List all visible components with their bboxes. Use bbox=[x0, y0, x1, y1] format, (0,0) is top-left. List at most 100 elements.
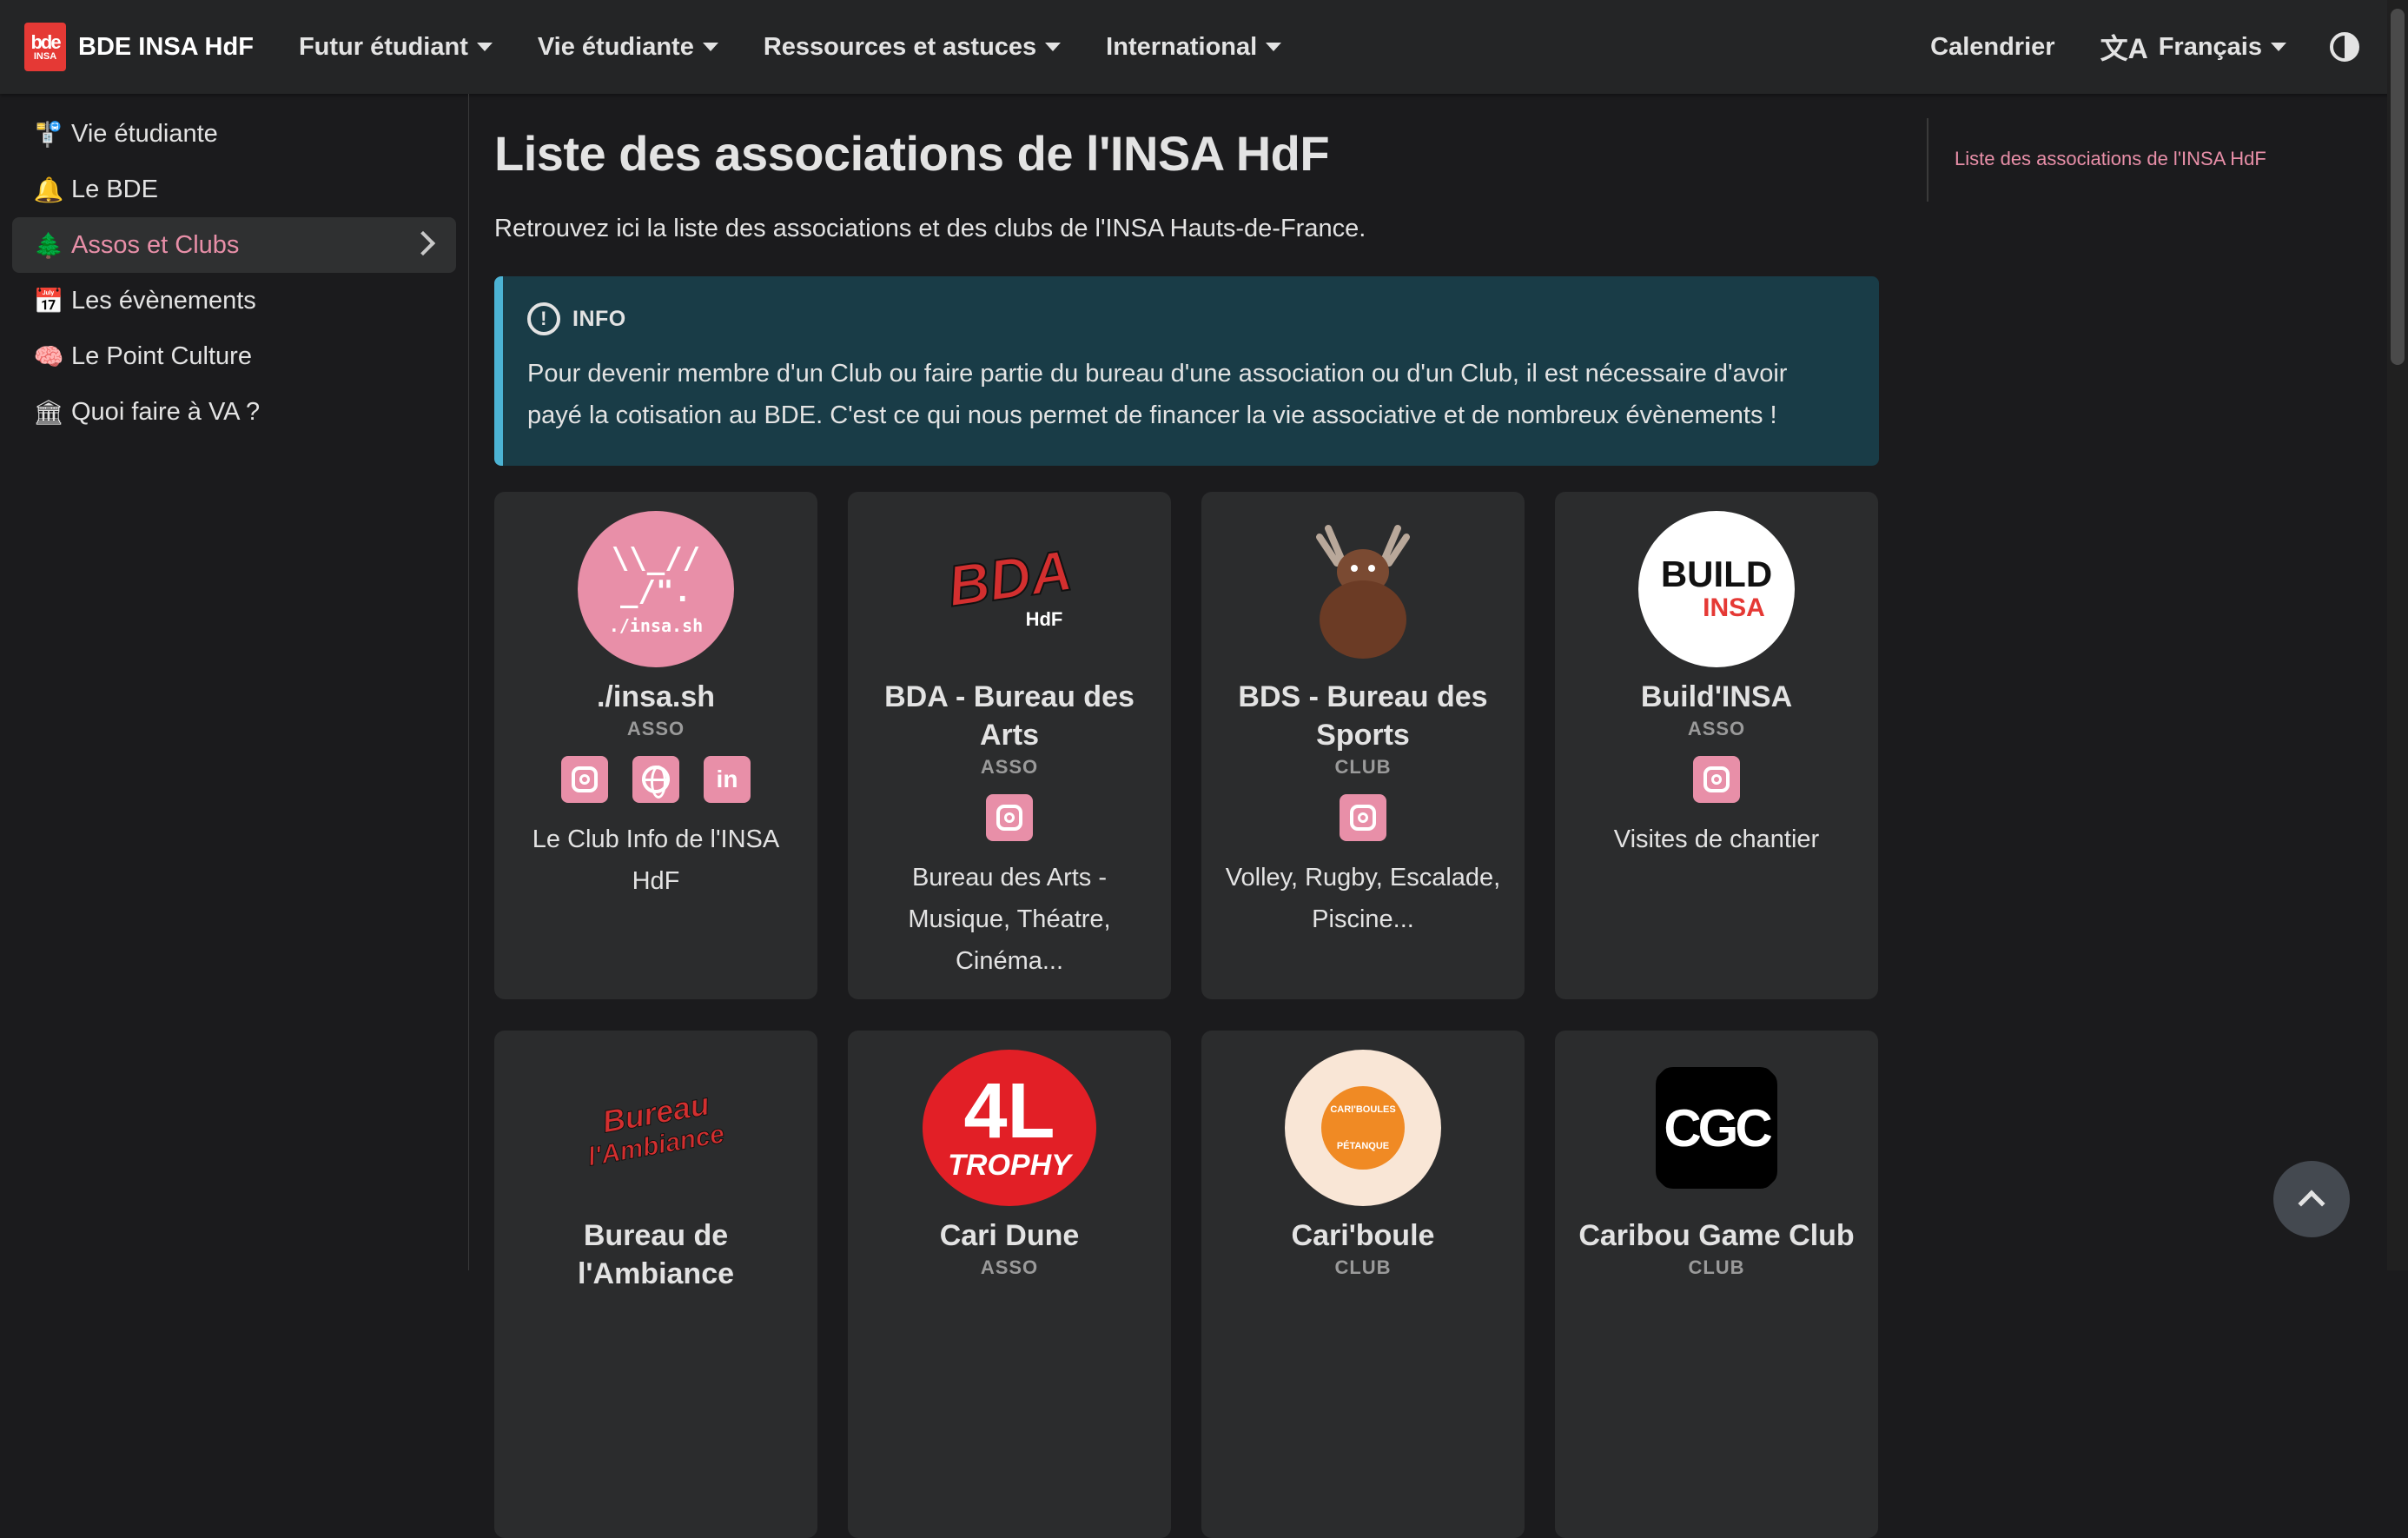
instagram-icon bbox=[1703, 766, 1730, 792]
association-card[interactable]: CGC Caribou Game Club CLUB bbox=[1555, 1031, 1878, 1538]
nav-ressources[interactable]: Ressources et astuces bbox=[763, 32, 1062, 62]
sidebar-item-label: Assos et Clubs bbox=[71, 230, 240, 259]
nav-label: Ressources et astuces bbox=[763, 32, 1037, 61]
translate-icon: 文A bbox=[2100, 33, 2148, 64]
card-description: Visites de chantier bbox=[1613, 825, 1820, 853]
sidebar-item-label: Le Point Culture bbox=[71, 341, 252, 370]
scroll-to-top-button[interactable] bbox=[2273, 1161, 2350, 1237]
card-name: Cari'boule bbox=[1291, 1219, 1435, 1252]
logo-line: PÉTANQUE bbox=[1336, 1141, 1390, 1151]
association-card[interactable]: BDS - Bureau des Sports CLUB Volley, Rug… bbox=[1201, 492, 1525, 999]
logo-line: \\_// bbox=[611, 541, 701, 576]
sidebar-item-assos-clubs[interactable]: 🌲 Assos et Clubs bbox=[12, 217, 456, 273]
petanque-ball: CARI'BOULES PÉTANQUE bbox=[1321, 1086, 1405, 1170]
association-card[interactable]: Bureau l'Ambiance Bureau de l'Ambiance bbox=[494, 1031, 817, 1538]
logo-subtext: INSA bbox=[33, 50, 57, 62]
card-description: Le Club Info de l'INSA HdF bbox=[532, 825, 780, 895]
logo-line: BUILD bbox=[1660, 554, 1773, 594]
instagram-button[interactable] bbox=[986, 794, 1033, 841]
association-card[interactable]: BUILD INSA Build'INSA ASSO Visites de ch… bbox=[1555, 492, 1878, 999]
sidebar-item-label: Quoi faire à VA ? bbox=[71, 397, 261, 426]
nav-futur-etudiant[interactable]: Futur étudiant bbox=[299, 33, 493, 62]
admonition-text: Pour devenir membre d'un Club ou faire p… bbox=[527, 360, 1788, 429]
instagram-button[interactable] bbox=[1693, 756, 1740, 803]
card-name: Caribou Game Club bbox=[1578, 1219, 1855, 1252]
logo-line: INSA bbox=[1703, 593, 1765, 622]
insa-sh-logo: \\_// _/". ./insa.sh bbox=[578, 511, 734, 667]
website-button[interactable] bbox=[632, 756, 679, 803]
bds-moose-logo bbox=[1285, 511, 1441, 667]
card-type: ASSO bbox=[626, 718, 685, 739]
toc-link[interactable]: Liste des associations de l'INSA HdF bbox=[1955, 148, 2266, 170]
buildinsa-logo: BUILD INSA bbox=[1638, 511, 1795, 667]
navbar-right: Calendrier 文A Français bbox=[1908, 0, 2408, 94]
logo-line: CARI'BOULES bbox=[1330, 1104, 1396, 1115]
intro-text: Retrouvez ici la liste des associations … bbox=[494, 215, 1366, 242]
association-grid: \\_// _/". ./insa.sh ./insa.sh ASSO in L… bbox=[494, 492, 1879, 1538]
association-card[interactable]: CARI'BOULES PÉTANQUE Cari'boule CLUB bbox=[1201, 1031, 1525, 1538]
sidebar-item-evenements[interactable]: 📅 Les évènements bbox=[12, 273, 456, 328]
main-content: Liste des associations de l'INSA HdF Ret… bbox=[494, 94, 1879, 1538]
bell-icon: 🔔 bbox=[33, 176, 64, 203]
card-type: ASSO bbox=[980, 1256, 1039, 1278]
social-links bbox=[1340, 794, 1386, 841]
sidebar-item-vie-etudiante[interactable]: 🚏 Vie étudiante bbox=[12, 106, 456, 162]
logo-text: bde bbox=[30, 30, 61, 53]
card-name: BDS - Bureau des Sports bbox=[1238, 680, 1488, 752]
cariboule-logo: CARI'BOULES PÉTANQUE bbox=[1285, 1050, 1441, 1206]
admonition-label: INFO bbox=[572, 306, 626, 331]
globe-icon bbox=[642, 766, 670, 799]
nav-label: International bbox=[1106, 32, 1258, 61]
language-label: Français bbox=[2158, 32, 2262, 61]
association-card[interactable]: 4L TROPHY Cari Dune ASSO bbox=[848, 1031, 1171, 1538]
card-type: CLUB bbox=[1334, 1256, 1392, 1278]
sidebar-item-point-culture[interactable]: 🧠 Le Point Culture bbox=[12, 328, 456, 384]
brand-link[interactable]: bde INSA BDE INSA HdF bbox=[24, 23, 254, 71]
association-card[interactable]: \\_// _/". ./insa.sh ./insa.sh ASSO in L… bbox=[494, 492, 817, 999]
instagram-icon bbox=[572, 766, 598, 792]
sidebar-item-label: Vie étudiante bbox=[71, 119, 218, 148]
chevron-right-icon[interactable] bbox=[410, 230, 436, 256]
admonition-heading: ! INFO bbox=[527, 302, 1848, 335]
logo-line: CGC bbox=[1664, 1098, 1772, 1157]
table-of-contents: Liste des associations de l'INSA HdF bbox=[1927, 118, 2266, 202]
social-links: in bbox=[561, 756, 751, 803]
nav-vie-etudiante[interactable]: Vie étudiante bbox=[538, 33, 718, 62]
brain-icon: 🧠 bbox=[33, 342, 64, 370]
nav-calendrier[interactable]: Calendrier bbox=[1930, 33, 2054, 62]
logo-line: TROPHY bbox=[948, 1148, 1071, 1182]
museum-icon: 🏛 bbox=[33, 398, 64, 426]
sidebar-item-label: Les évènements bbox=[71, 286, 256, 315]
bus-stop-icon: 🚏 bbox=[33, 120, 64, 148]
card-name: BDA - Bureau des Arts bbox=[884, 680, 1135, 752]
sidebar-item-le-bde[interactable]: 🔔 Le BDE bbox=[12, 162, 456, 217]
logo-line: BDA bbox=[943, 536, 1076, 619]
cgc-logo: CGC bbox=[1638, 1050, 1795, 1206]
card-description: Volley, Rugby, Escalade, Piscine... bbox=[1225, 864, 1501, 933]
bureau-ambiance-logo: Bureau l'Ambiance bbox=[578, 1050, 734, 1206]
docs-sidebar: 🚏 Vie étudiante 🔔 Le BDE 🌲 Assos et Clubs 📅… bbox=[0, 94, 469, 1270]
sidebar-item-quoi-faire[interactable]: 🏛 Quoi faire à VA ? bbox=[12, 384, 456, 440]
contrast-icon[interactable] bbox=[2330, 32, 2359, 62]
nav-international[interactable]: International bbox=[1106, 32, 1282, 62]
instagram-icon bbox=[996, 805, 1022, 831]
instagram-button[interactable] bbox=[1340, 794, 1386, 841]
caret-down-icon bbox=[2271, 43, 2286, 51]
linkedin-button[interactable]: in bbox=[704, 756, 751, 803]
nav-label: Vie étudiante bbox=[537, 32, 694, 61]
sidebar-item-label: Le BDE bbox=[71, 175, 158, 203]
calendar-icon: 📅 bbox=[33, 287, 64, 315]
page-scrollbar[interactable] bbox=[2387, 0, 2408, 1270]
card-name: Bureau de l'Ambiance bbox=[577, 1219, 735, 1290]
card-type: CLUB bbox=[1334, 756, 1392, 778]
logo-line: 4L bbox=[963, 1067, 1055, 1155]
association-card[interactable]: BDA HdF BDA - Bureau des Arts ASSO Burea… bbox=[848, 492, 1171, 999]
linkedin-icon: in bbox=[716, 766, 738, 792]
card-description: Bureau des Arts - Musique, Théatre, Ciné… bbox=[908, 864, 1111, 975]
scrollbar-thumb[interactable] bbox=[2391, 9, 2405, 365]
caret-down-icon bbox=[1045, 43, 1062, 51]
language-dropdown[interactable]: 文A Français bbox=[2100, 27, 2286, 67]
moose-icon bbox=[1316, 525, 1410, 659]
card-type: ASSO bbox=[980, 756, 1039, 778]
instagram-button[interactable] bbox=[561, 756, 608, 803]
